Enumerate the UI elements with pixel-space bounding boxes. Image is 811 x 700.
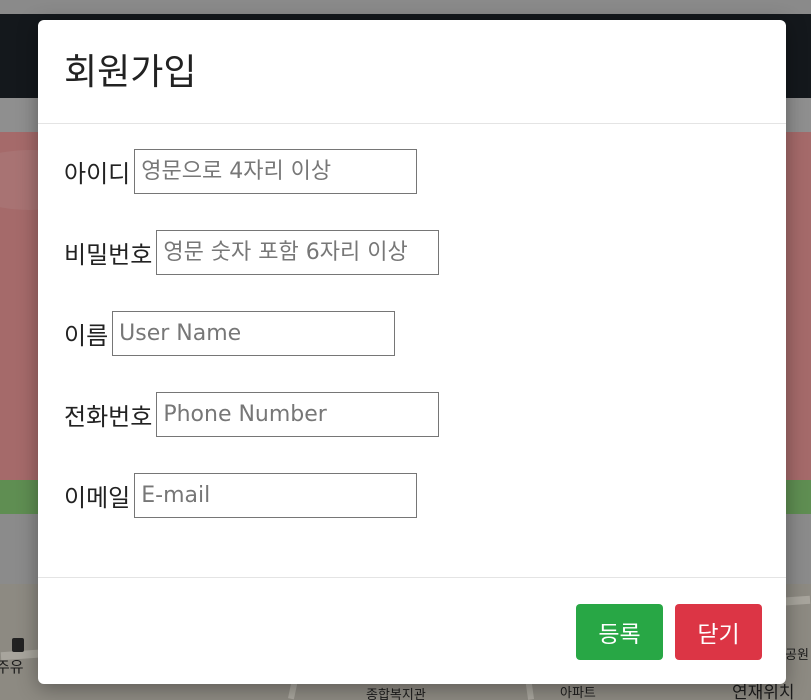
email-input[interactable] (134, 472, 418, 518)
background-topbar (0, 0, 811, 14)
modal-header: 회원가입 (38, 20, 786, 124)
email-label: 이메일 (64, 483, 131, 512)
close-button[interactable]: 닫기 (675, 604, 762, 660)
form-row-username: 아이디 (64, 148, 418, 194)
map-label: 주유 (0, 658, 24, 676)
form-row-email: 이메일 (64, 472, 418, 518)
name-input[interactable] (112, 310, 396, 356)
form-row-phone: 전화번호 (64, 391, 440, 437)
form-row-name: 이름 (64, 310, 396, 356)
name-label: 이름 (64, 321, 109, 350)
password-label: 비밀번호 (64, 240, 153, 269)
modal-title: 회원가입 (64, 52, 197, 93)
map-label: 공원 (785, 648, 809, 663)
gas-station-icon (12, 638, 24, 652)
username-input[interactable] (134, 148, 418, 194)
phone-input[interactable] (156, 391, 440, 437)
modal-footer: 등록 닫기 (38, 577, 786, 684)
signup-modal: 회원가입 아이디 비밀번호 이름 전화번호 이메일 등록 닫기 (38, 20, 786, 684)
modal-body: 아이디 비밀번호 이름 전화번호 이메일 (38, 124, 786, 577)
register-button[interactable]: 등록 (576, 604, 663, 660)
username-label: 아이디 (64, 159, 131, 188)
map-label: 종합복지관 (366, 688, 426, 700)
map-label: 아파트 (560, 686, 596, 700)
phone-label: 전화번호 (64, 402, 153, 431)
form-row-password: 비밀번호 (64, 229, 440, 275)
password-input[interactable] (156, 229, 440, 275)
